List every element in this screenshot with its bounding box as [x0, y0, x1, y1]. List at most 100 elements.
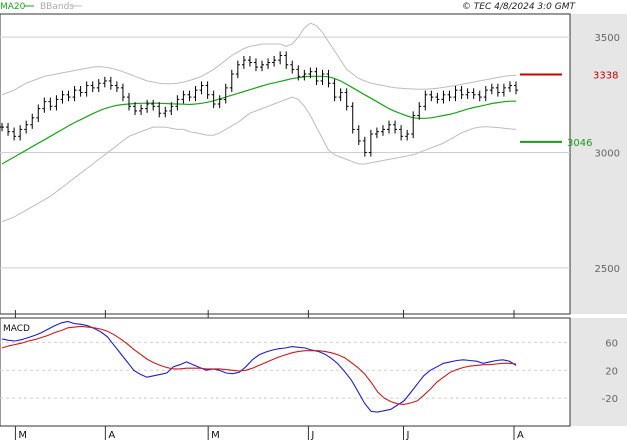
x-tick-labels: MAMJJA: [14, 310, 524, 440]
price-bar: [120, 83, 125, 102]
price-bar: [211, 90, 216, 109]
macd-tick-label: 60: [605, 338, 618, 349]
price-bar: [501, 83, 506, 97]
price-bar: [24, 120, 29, 134]
x-tick-label: J: [405, 430, 409, 440]
ma20-line: [1, 75, 516, 165]
price-bar: [205, 81, 210, 99]
price-bar: [326, 69, 331, 88]
x-tick-label: J: [310, 430, 314, 440]
price-bar: [108, 76, 113, 90]
price-bar: [380, 125, 385, 136]
price-bar: [30, 113, 35, 129]
price-bar: [387, 120, 392, 134]
x-tick-label: A: [108, 430, 115, 440]
price-bar: [78, 86, 83, 97]
price-bar: [54, 95, 59, 111]
price-bar: [453, 86, 458, 102]
price-bar: [114, 81, 119, 92]
price-bar: [471, 88, 476, 99]
price-bar: [483, 86, 488, 102]
price-bar: [423, 90, 428, 111]
price-bar: [447, 90, 452, 102]
price-bar: [302, 69, 307, 81]
price-bar: [507, 81, 512, 92]
price-bars-layer: [0, 51, 518, 157]
price-bar: [145, 99, 150, 113]
price-bar: [417, 102, 422, 120]
price-bar: [199, 81, 204, 95]
copyright-source: © TEC 4/8/2024 3:0 GMT: [462, 2, 577, 12]
price-bar: [278, 51, 283, 65]
price-bar: [489, 83, 494, 95]
price-bar: [344, 88, 349, 111]
ma20-layer: [1, 75, 516, 165]
price-bar: [362, 136, 367, 157]
price-bar: [193, 86, 198, 102]
bbands-legend-label: BBands: [40, 2, 74, 12]
price-bar: [235, 60, 240, 79]
macd-axis-panel: [570, 318, 627, 426]
price-bar: [139, 104, 144, 116]
price-bar: [163, 106, 168, 118]
price-bar: [247, 56, 252, 67]
price-bar: [405, 129, 410, 141]
chart-canvas: MA20 BBands © TEC 4/8/2024 3:0 GMT MACD …: [0, 2, 627, 440]
price-bar: [181, 90, 186, 104]
bbands-upper-line: [1, 22, 517, 96]
support-level-label: 3046: [567, 138, 592, 149]
price-bar: [411, 111, 416, 139]
price-bar: [241, 56, 246, 69]
bbands-layer: [1, 22, 517, 223]
price-bar: [48, 97, 53, 111]
price-bar: [96, 79, 101, 92]
price-bar: [350, 102, 355, 134]
price-bar: [175, 95, 180, 111]
price-bar: [102, 76, 107, 88]
macd-tick-label: 20: [605, 366, 618, 377]
price-bar: [151, 99, 156, 111]
x-tick-label: A: [517, 430, 524, 440]
price-bar: [495, 83, 500, 97]
price-bar: [60, 90, 65, 104]
ma20-legend-label: MA20: [0, 2, 26, 12]
price-bar: [217, 95, 222, 109]
price-bar: [223, 83, 228, 104]
price-bar: [272, 56, 277, 67]
x-tick-label: M: [18, 430, 27, 440]
price-bar: [320, 69, 325, 86]
price-bar: [477, 90, 482, 102]
price-bar: [465, 88, 470, 99]
price-bar: [399, 125, 404, 141]
price-bar: [393, 120, 398, 134]
price-bar: [514, 81, 518, 95]
x-tick-label: M: [211, 430, 220, 440]
price-bar: [260, 60, 265, 72]
price-bar: [290, 60, 295, 74]
price-bar: [253, 58, 258, 72]
price-panel-frame: [0, 13, 571, 315]
price-bar: [429, 90, 434, 102]
price-bar: [72, 86, 77, 102]
price-bar: [66, 90, 71, 102]
macd-panel-frame: [0, 317, 571, 427]
price-bar: [0, 122, 4, 132]
price-bar: [6, 122, 11, 136]
price-bar: [435, 92, 440, 104]
price-bar: [266, 58, 271, 69]
resistance-level-label: 3338: [593, 70, 618, 81]
price-bar: [36, 104, 41, 122]
price-bar: [338, 88, 343, 102]
price-bar: [187, 90, 192, 102]
price-bar: [332, 79, 337, 102]
price-bar: [12, 127, 17, 141]
price-bar: [459, 86, 464, 99]
macd-tick-label: -20: [602, 394, 618, 405]
price-bar: [84, 81, 89, 97]
price-tick-label: 2500: [595, 264, 620, 275]
price-bar: [157, 102, 162, 118]
gridlines: [0, 36, 570, 399]
price-bar: [90, 81, 95, 92]
price-bar: [42, 97, 47, 113]
price-tick-label: 3000: [595, 148, 620, 159]
